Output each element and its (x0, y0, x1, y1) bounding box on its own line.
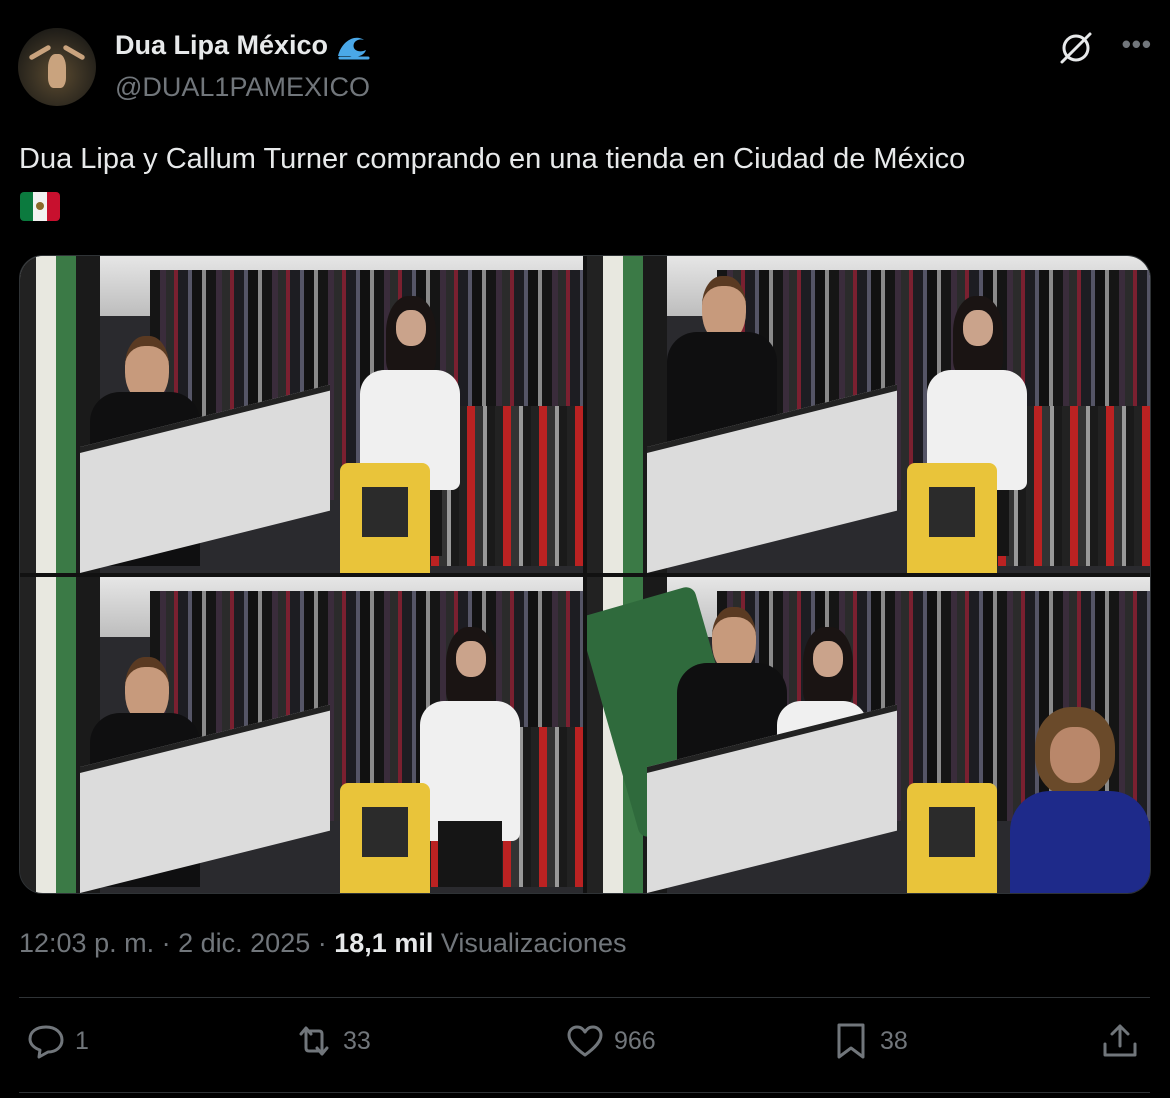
share-button[interactable] (1099, 1020, 1141, 1062)
repost-button[interactable]: 33 (293, 1020, 371, 1062)
post-date[interactable]: 2 dic. 2025 (178, 928, 310, 958)
grok-icon[interactable] (1058, 30, 1094, 66)
media-image-4[interactable] (587, 576, 1150, 893)
author-avatar[interactable] (18, 28, 96, 106)
like-count: 966 (614, 1026, 656, 1055)
bookmark-icon (837, 1023, 865, 1059)
repost-count: 33 (343, 1026, 371, 1055)
media-image-1[interactable] (20, 256, 583, 573)
like-button[interactable]: 966 (564, 1020, 656, 1062)
divider (19, 997, 1150, 998)
media-image-3[interactable] (20, 576, 583, 893)
bookmark-count: 38 (880, 1026, 908, 1055)
repost-icon (299, 1026, 329, 1056)
share-icon (1103, 1024, 1137, 1057)
divider (19, 1092, 1150, 1093)
author-handle[interactable]: @DUAL1PAMEXICO (115, 72, 370, 103)
media-grid[interactable] (19, 255, 1151, 894)
media-image-2[interactable] (587, 256, 1150, 573)
post-meta: 12:03 p. m. · 2 dic. 2025 · 18,1 mil Vis… (19, 928, 626, 959)
reply-button[interactable]: 1 (25, 1020, 89, 1062)
author-display-name[interactable]: Dua Lipa México (115, 30, 328, 61)
mexico-flag-emoji (20, 192, 60, 221)
action-bar: 1 33 966 38 (19, 1020, 1150, 1074)
heart-icon (567, 1025, 603, 1057)
meta-separator: · (161, 928, 171, 958)
meta-separator: · (317, 928, 327, 958)
more-options-icon[interactable]: ••• (1122, 31, 1152, 57)
post-time[interactable]: 12:03 p. m. (19, 928, 154, 958)
author-name-row: Dua Lipa México (115, 30, 370, 61)
views-label: Visualizaciones (440, 928, 627, 958)
post-text: Dua Lipa y Callum Turner comprando en un… (19, 143, 966, 175)
post-header: Dua Lipa México @DUAL1PAMEXICO ••• (18, 24, 1152, 108)
reply-icon (28, 1025, 64, 1059)
bookmark-button[interactable]: 38 (830, 1020, 908, 1062)
views-count: 18,1 mil (334, 928, 434, 958)
reply-count: 1 (75, 1026, 89, 1055)
wave-icon (338, 37, 370, 59)
